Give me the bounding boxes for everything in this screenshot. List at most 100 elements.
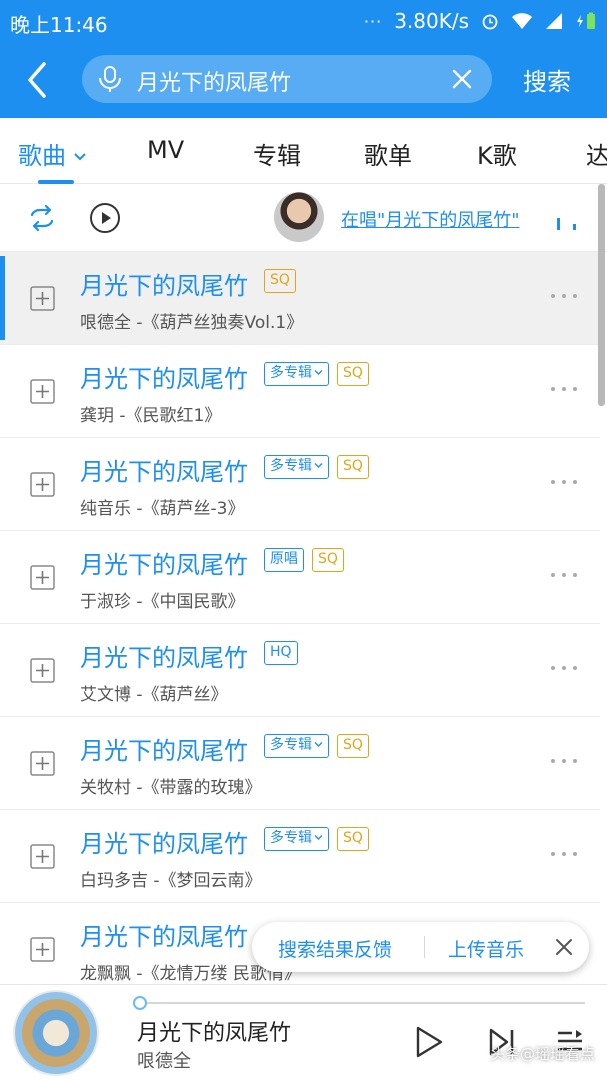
song-badges: 多专辑 SQ — [264, 827, 369, 851]
sq-badge: SQ — [337, 734, 369, 758]
voice-search-icon[interactable] — [96, 65, 124, 93]
more-options-icon[interactable] — [549, 757, 579, 765]
now-playing-artist: 哏德全 — [137, 1051, 191, 1072]
chevron-down-icon — [314, 835, 323, 840]
add-to-playlist-icon[interactable] — [30, 937, 55, 962]
tab-albums[interactable]: 专辑 — [253, 136, 301, 171]
badge-label: SQ — [343, 830, 363, 846]
search-feedback-link[interactable]: 搜索结果反馈 — [278, 935, 392, 962]
upload-music-link[interactable]: 上传音乐 — [448, 935, 524, 962]
search-box[interactable]: 月光下的凤尾竹 — [82, 55, 492, 103]
network-speed: 3.80K/s — [394, 9, 469, 33]
sq-badge: SQ — [264, 269, 296, 293]
status-bar: 晚上11:46 ··· 3.80K/s — [0, 0, 607, 42]
song-badges: 多专辑 SQ — [264, 734, 369, 758]
back-arrow-icon[interactable] — [18, 58, 58, 102]
tab-talent[interactable]: 达 — [586, 136, 607, 171]
action-row: 在唱"月光下的凤尾竹" — [0, 184, 607, 252]
status-icons: ··· 3.80K/s — [364, 9, 597, 33]
song-badges: 多专辑 SQ — [264, 455, 369, 479]
progress-handle[interactable] — [133, 996, 147, 1010]
more-options-icon[interactable] — [549, 478, 579, 486]
add-to-playlist-icon[interactable] — [30, 472, 55, 497]
badge-label: HQ — [270, 644, 292, 660]
tab-songs[interactable]: 歌曲 — [18, 136, 86, 171]
tab-mv[interactable]: MV — [147, 136, 184, 164]
song-title: 月光下的凤尾竹 — [80, 923, 248, 951]
song-badges: SQ — [264, 269, 296, 293]
more-options-icon[interactable] — [549, 571, 579, 579]
song-row[interactable]: 月光下的凤尾竹 多专辑 SQ 白玛多吉 -《梦回云南》 — [0, 810, 600, 903]
badge-label: SQ — [343, 737, 363, 753]
signal-icon — [546, 13, 562, 29]
song-row[interactable]: 月光下的凤尾竹 多专辑 SQ 纯音乐 -《葫芦丝-3》 — [0, 438, 600, 531]
equalizer-icon — [557, 218, 576, 230]
badge-label: 多专辑 — [270, 830, 312, 846]
song-artist-album: 艾文博 -《葫芦丝》 — [80, 685, 228, 705]
wifi-icon — [512, 13, 532, 29]
now-playing-indicator — [0, 256, 5, 340]
scrollbar[interactable] — [598, 184, 605, 406]
mini-player[interactable]: 月光下的凤尾竹 哏德全 头条@瑶瑶看点 — [0, 984, 607, 1080]
multi-album-badge[interactable]: 多专辑 — [264, 827, 329, 851]
song-row[interactable]: 月光下的凤尾竹 多专辑 SQ 关牧村 -《带露的玫瑰》 — [0, 717, 600, 810]
multi-album-badge[interactable]: 多专辑 — [264, 734, 329, 758]
badge-label: SQ — [270, 272, 290, 288]
song-row[interactable]: 月光下的凤尾竹 原唱 SQ 于淑珍 -《中国民歌》 — [0, 531, 600, 624]
badge-label: SQ — [343, 365, 363, 381]
chevron-down-icon — [314, 370, 323, 375]
singer-avatar[interactable] — [274, 192, 324, 242]
play-icon[interactable] — [414, 1025, 444, 1059]
search-button[interactable]: 搜索 — [523, 62, 571, 97]
song-artist-album: 哏德全 -《葫芦丝独奏Vol.1》 — [80, 313, 304, 333]
tab-karaoke[interactable]: K歌 — [477, 136, 517, 171]
more-options-icon[interactable] — [549, 385, 579, 393]
status-time: 晚上11:46 — [10, 13, 108, 37]
hq-badge: HQ — [264, 641, 298, 665]
chevron-down-icon — [314, 463, 323, 468]
karaoke-link[interactable]: 在唱"月光下的凤尾竹" — [341, 206, 520, 232]
song-row[interactable]: 月光下的凤尾竹 多专辑 SQ 龚玥 -《民歌红1》 — [0, 345, 600, 438]
chevron-down-icon — [314, 742, 323, 747]
song-title: 月光下的凤尾竹 — [80, 365, 248, 393]
multi-album-badge[interactable]: 多专辑 — [264, 455, 329, 479]
status-dots: ··· — [363, 11, 383, 31]
song-title: 月光下的凤尾竹 — [80, 458, 248, 486]
song-title: 月光下的凤尾竹 — [80, 551, 248, 579]
song-artist-album: 关牧村 -《带露的玫瑰》 — [80, 778, 262, 798]
original-badge: 原唱 — [264, 548, 304, 572]
sq-badge: SQ — [337, 827, 369, 851]
badge-label: 多专辑 — [270, 458, 312, 474]
clear-search-icon[interactable] — [450, 67, 474, 91]
sq-badge: SQ — [337, 362, 369, 386]
song-row[interactable]: 月光下的凤尾竹 HQ 艾文博 -《葫芦丝》 — [0, 624, 600, 717]
add-to-playlist-icon[interactable] — [30, 844, 55, 869]
search-input[interactable]: 月光下的凤尾竹 — [137, 65, 291, 97]
chevron-down-icon — [74, 153, 86, 161]
alarm-icon — [482, 14, 498, 30]
badge-label: 原唱 — [270, 551, 298, 567]
add-to-playlist-icon[interactable] — [30, 658, 55, 683]
add-to-playlist-icon[interactable] — [30, 751, 55, 776]
multi-album-badge[interactable]: 多专辑 — [264, 362, 329, 386]
badge-label: 多专辑 — [270, 365, 312, 381]
progress-bar[interactable] — [140, 1002, 585, 1004]
close-icon[interactable] — [554, 937, 574, 957]
now-playing-title: 月光下的凤尾竹 — [137, 1021, 292, 1046]
badge-label: SQ — [318, 551, 338, 567]
song-badges: 多专辑 SQ — [264, 362, 369, 386]
tab-playlists[interactable]: 歌单 — [364, 136, 412, 171]
more-options-icon[interactable] — [549, 292, 579, 300]
play-all-icon[interactable] — [89, 202, 121, 234]
song-row[interactable]: 月光下的凤尾竹 SQ 哏德全 -《葫芦丝独奏Vol.1》 — [0, 252, 600, 345]
play-mode-icon[interactable] — [26, 202, 58, 234]
add-to-playlist-icon[interactable] — [30, 286, 55, 311]
album-cover[interactable] — [15, 992, 97, 1074]
add-to-playlist-icon[interactable] — [30, 565, 55, 590]
add-to-playlist-icon[interactable] — [30, 379, 55, 404]
more-options-icon[interactable] — [549, 664, 579, 672]
song-title: 月光下的凤尾竹 — [80, 644, 248, 672]
song-badges: HQ — [264, 641, 298, 665]
badge-label: 多专辑 — [270, 737, 312, 753]
more-options-icon[interactable] — [549, 850, 579, 858]
